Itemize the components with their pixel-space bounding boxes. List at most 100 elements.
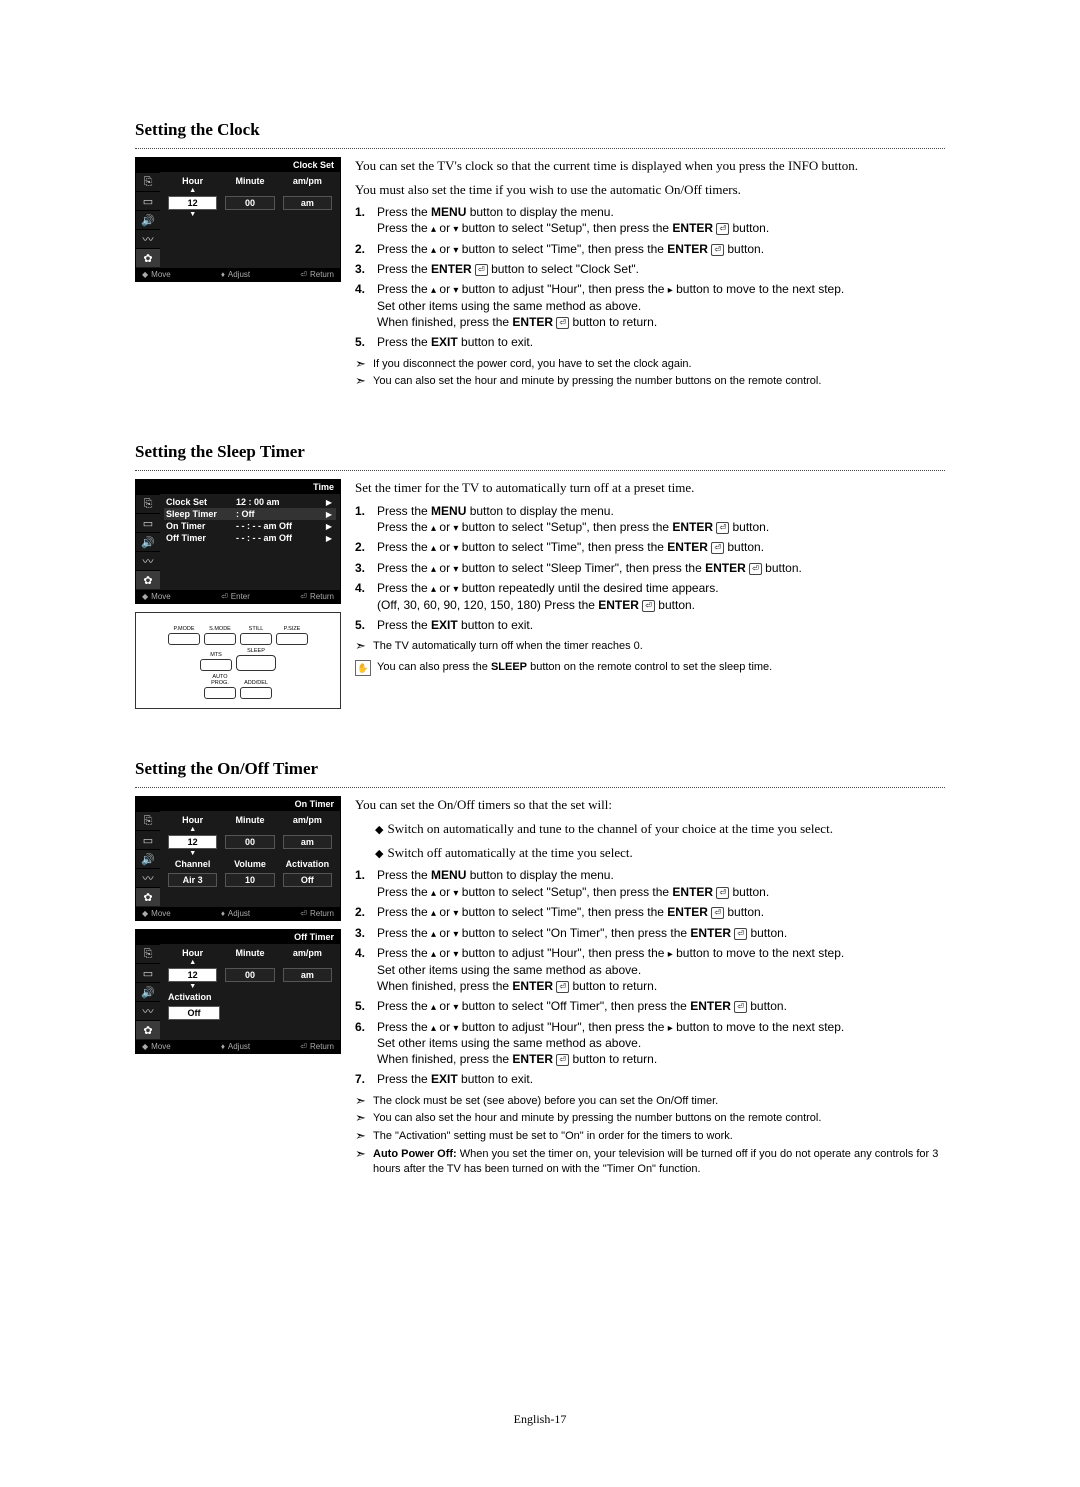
tab-sound-icon: 🔊 — [136, 850, 160, 868]
step-text: Press the or button to adjust "Hour", th… — [377, 1019, 945, 1068]
enter-icon: ⏎ — [556, 981, 569, 993]
col-minute: Minute — [221, 946, 278, 960]
note-text: You can also press the SLEEP button on t… — [377, 660, 772, 675]
footer-return: ⏎ Return — [300, 270, 334, 279]
step-text: Press the or button to adjust "Hour", th… — [377, 945, 945, 994]
tab-channel-icon: 〰 — [136, 230, 160, 248]
step-text: Press the or button to select "On Timer"… — [377, 925, 945, 942]
footer-move: ◆ Move — [142, 909, 171, 918]
footer-enter: ⏎ Enter — [221, 592, 250, 601]
step-text: Press the MENU button to display the men… — [377, 204, 945, 237]
enter-icon: ⏎ — [711, 244, 724, 256]
col-minute: Minute — [221, 174, 278, 188]
enter-icon: ⏎ — [711, 542, 724, 554]
section-onoff-timer: Setting the On/Off Timer On Timer ⎘ ▭ 🔊 … — [135, 759, 945, 1180]
note-text: The "Activation" setting must be set to … — [373, 1129, 733, 1144]
tab-input-icon: ⎘ — [136, 945, 160, 963]
col-hour: Hour — [164, 813, 221, 827]
value-ampm: am — [283, 835, 332, 849]
heading-sleep-timer: Setting the Sleep Timer — [135, 442, 945, 464]
value-minute: 00 — [225, 835, 274, 849]
step-number: 2. — [355, 241, 377, 258]
heading-setting-clock: Setting the Clock — [135, 120, 945, 142]
page-number: English-17 — [0, 1412, 1080, 1427]
step-number: 3. — [355, 261, 377, 277]
step-number: 5. — [355, 334, 377, 350]
osd-title: Clock Set — [136, 158, 340, 172]
remote-button — [200, 659, 232, 671]
footer-adjust: ♦ Adjust — [221, 909, 250, 918]
osd-title: Off Timer — [136, 930, 340, 944]
step-number: 4. — [355, 281, 377, 330]
osd-on-timer: On Timer ⎘ ▭ 🔊 〰 ✿ Hour Minute — [135, 796, 341, 921]
divider — [135, 148, 945, 149]
note-text: Auto Power Off: When you set the timer o… — [373, 1147, 945, 1177]
note-bullet-icon: ➣ — [355, 1147, 373, 1177]
arrow-down-icon: ▼ — [164, 212, 221, 218]
step-number: 1. — [355, 867, 377, 900]
osd-title: Time — [136, 480, 340, 494]
tab-sound-icon: 🔊 — [136, 983, 160, 1001]
col-minute: Minute — [221, 813, 278, 827]
note-bullet-icon: ➣ — [355, 639, 373, 654]
remote-button-sleep — [236, 655, 276, 671]
remote-button — [240, 633, 272, 645]
enter-icon: ⏎ — [749, 563, 762, 575]
step-text: Press the EXIT button to exit. — [377, 1071, 945, 1087]
value-ampm: am — [283, 196, 332, 210]
value-activation: Off — [283, 873, 332, 887]
step-number: 5. — [355, 617, 377, 633]
step-number: 5. — [355, 998, 377, 1015]
step-text: Press the ENTER ⏎ button to select "Cloc… — [377, 261, 945, 277]
value-ampm: am — [283, 968, 332, 982]
tab-input-icon: ⎘ — [136, 812, 160, 830]
arrow-right-icon: ▶ — [324, 510, 334, 519]
step-number: 7. — [355, 1071, 377, 1087]
section-setting-clock: Setting the Clock Clock Set ⎘ ▭ 🔊 〰 ✿ — [135, 120, 945, 392]
value-hour: 12 — [168, 196, 217, 210]
enter-icon: ⏎ — [556, 317, 569, 329]
menu-item: Clock Set — [166, 497, 236, 507]
note-text: The clock must be set (see above) before… — [373, 1094, 718, 1109]
value-channel: Air 3 — [168, 873, 217, 887]
remote-label: AUTO PROG. — [205, 674, 235, 686]
col-ampm: am/pm — [279, 174, 336, 188]
arrow-right-icon: ▶ — [324, 534, 334, 543]
footer-return: ⏎ Return — [300, 909, 334, 918]
col-volume: Volume — [221, 857, 278, 871]
menu-item: Off Timer — [166, 533, 236, 543]
arrow-right-icon: ▶ — [324, 498, 334, 507]
menu-value: - - : - - am Off — [236, 521, 324, 531]
note-text: The TV automatically turn off when the t… — [373, 639, 643, 654]
tab-channel-icon: 〰 — [136, 552, 160, 570]
step-number: 6. — [355, 1019, 377, 1068]
step-number: 4. — [355, 580, 377, 613]
osd-time-menu: Time ⎘ ▭ 🔊 〰 ✿ Clock Set12 : 00 am▶ Slee… — [135, 479, 341, 604]
divider — [135, 787, 945, 788]
arrow-right-icon: ▶ — [324, 522, 334, 531]
note-text: You can also set the hour and minute by … — [373, 374, 821, 389]
note-text: You can also set the hour and minute by … — [373, 1111, 821, 1126]
step-number: 2. — [355, 539, 377, 556]
step-text: Press the MENU button to display the men… — [377, 867, 945, 900]
enter-icon: ⏎ — [734, 1001, 747, 1013]
enter-icon: ⏎ — [716, 522, 729, 534]
tab-picture-icon: ▭ — [136, 514, 160, 532]
value-hour: 12 — [168, 835, 217, 849]
footer-return: ⏎ Return — [300, 592, 334, 601]
col-channel: Channel — [164, 857, 221, 871]
tab-picture-icon: ▭ — [136, 831, 160, 849]
remote-label: MTS — [201, 652, 231, 658]
remote-label: STILL — [241, 626, 271, 632]
tab-setup-icon: ✿ — [136, 249, 160, 267]
step-text: Press the MENU button to display the men… — [377, 503, 945, 536]
section-sleep-timer: Setting the Sleep Timer Time ⎘ ▭ 🔊 〰 ✿ — [135, 442, 945, 709]
bullet-text: Switch on automatically and tune to the … — [387, 821, 832, 836]
value-hour: 12 — [168, 968, 217, 982]
intro-text: You can set the On/Off timers so that th… — [355, 796, 945, 814]
menu-item: On Timer — [166, 521, 236, 531]
remote-label: P.MODE — [169, 626, 199, 632]
enter-icon: ⏎ — [556, 1054, 569, 1066]
footer-adjust: ♦ Adjust — [221, 1042, 250, 1051]
note-bullet-icon: ➣ — [355, 357, 373, 372]
